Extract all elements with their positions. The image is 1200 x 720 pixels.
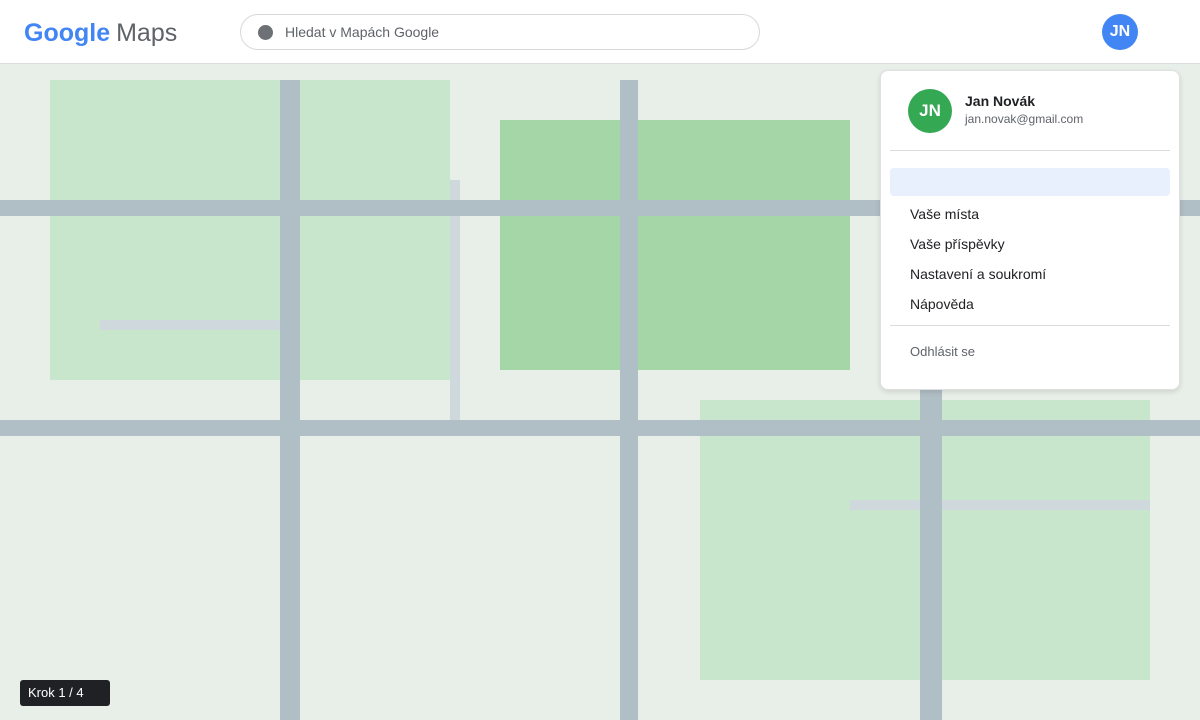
account-name: Jan Novák xyxy=(965,93,1036,109)
menu-item-your-contributions[interactable]: Vaše příspěvky xyxy=(910,236,1005,252)
google-maps-logo[interactable]: Google Maps xyxy=(24,18,177,48)
search-icon[interactable] xyxy=(258,25,273,40)
map-park-block xyxy=(50,80,450,380)
menu-item-settings-privacy[interactable]: Nastavení a soukromí xyxy=(910,266,1046,282)
menu-item-highlighted[interactable] xyxy=(890,168,1170,196)
map-road xyxy=(620,80,638,720)
map-road xyxy=(920,370,942,720)
menu-item-your-places[interactable]: Vaše místa xyxy=(910,206,979,222)
account-avatar-button[interactable]: JN xyxy=(1102,14,1138,50)
top-bar: GoogleMaps JN xyxy=(0,0,1200,64)
step-indicator: Krok 1 / 4 xyxy=(20,680,110,706)
logo-maps-text: Maps xyxy=(116,19,178,47)
sign-out-button[interactable]: Odhlásit se xyxy=(910,344,975,359)
search-input[interactable] xyxy=(285,15,745,49)
map-park-block xyxy=(500,120,850,370)
search-box[interactable] xyxy=(240,14,760,50)
menu-divider xyxy=(890,325,1170,326)
account-avatar: JN xyxy=(908,89,952,133)
account-menu-panel: JN Jan Novák jan.novak@gmail.com Vaše mí… xyxy=(880,70,1180,390)
map-road xyxy=(0,420,1200,436)
menu-item-help[interactable]: Nápověda xyxy=(910,296,974,312)
map-road xyxy=(280,80,300,720)
map-minor-road xyxy=(100,320,280,330)
map-minor-road xyxy=(850,500,1150,510)
map-minor-road xyxy=(450,180,460,420)
account-email: jan.novak@gmail.com xyxy=(965,112,1084,126)
logo-google-text: Google xyxy=(24,19,111,47)
menu-divider xyxy=(890,150,1170,151)
